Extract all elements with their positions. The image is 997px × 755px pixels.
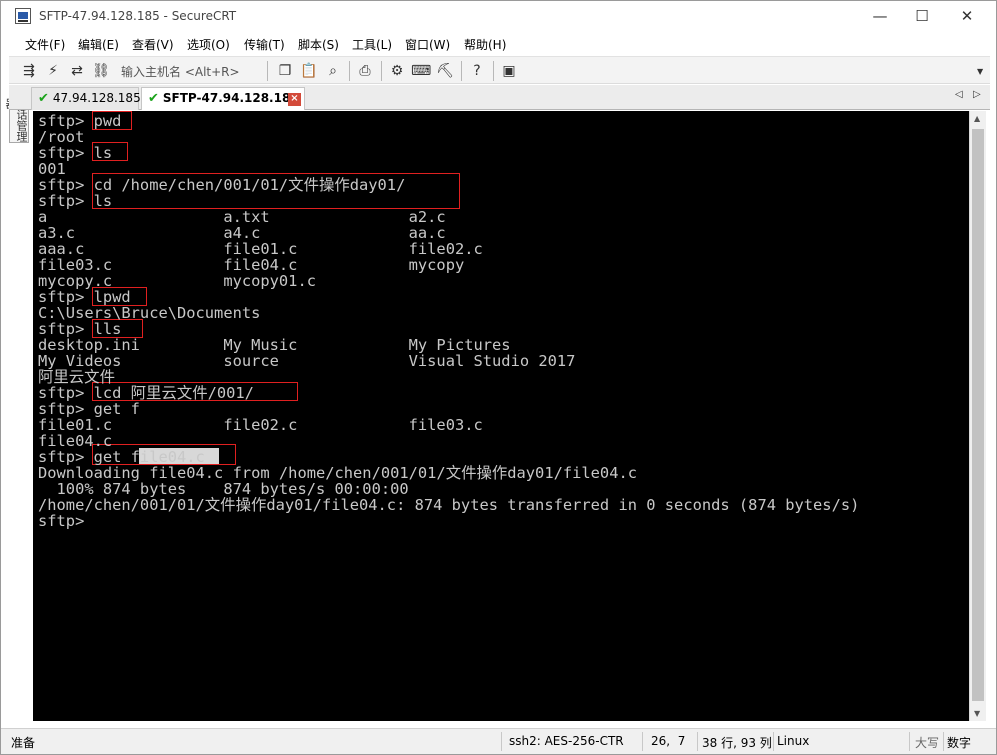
- terminal-line: mycopy.c mycopy01.c: [38, 272, 316, 290]
- terminal-line: 001: [38, 160, 66, 178]
- terminal-line: desktop.ini My Music My Pictures: [38, 336, 511, 354]
- status-terminal-type: Linux: [777, 734, 810, 748]
- help-icon[interactable]: ?: [467, 61, 487, 81]
- tab-bar: ✔ 47.94.128.185 ✔ SFTP-47.94.128.185 × ◁ ▷: [9, 85, 990, 110]
- terminal-line: /root: [38, 128, 85, 146]
- menu-view[interactable]: 查看(V): [132, 36, 174, 53]
- menu-script[interactable]: 脚本(S): [298, 36, 339, 53]
- toolbar-separator: [461, 61, 462, 81]
- securecrt-window: SFTP-47.94.128.185 - SecureCRT — ☐ ✕ 文件(…: [0, 0, 997, 755]
- status-bar: 准备 ssh2: AES-256-CTR 26, 7 38 行, 93 列 Li…: [1, 728, 996, 754]
- terminal-line: sftp> ls: [38, 144, 113, 162]
- tab-ssh-session[interactable]: ✔ 47.94.128.185: [31, 87, 141, 110]
- title-bar: SFTP-47.94.128.185 - SecureCRT — ☐ ✕: [1, 1, 996, 32]
- print-icon[interactable]: ⎙: [355, 61, 375, 81]
- status-separator: [773, 732, 774, 751]
- status-separator: [642, 732, 643, 751]
- toolbar: ⇶ ⚡ ⇄ ⛓ 输入主机名 <Alt+R> ❐ 📋 ⌕ ⎙ ⚙ ⌨ ⛏ ? ▣ …: [9, 56, 990, 84]
- menu-file[interactable]: 文件(F): [25, 36, 65, 53]
- terminal-line: aaa.c file01.c file02.c: [38, 240, 483, 258]
- terminal-view[interactable]: sftp> pwd/root sftp> ls 001 sftp> cd /home/…: [33, 111, 969, 721]
- scroll-thumb[interactable]: [972, 129, 984, 701]
- toolbar-overflow-icon[interactable]: ▼: [977, 67, 983, 76]
- menu-tools[interactable]: 工具(L): [352, 36, 392, 53]
- terminal-line: 阿里云文件: [38, 368, 115, 386]
- quick-connect-icon[interactable]: ⚡: [43, 61, 63, 81]
- status-ready: 准备: [11, 736, 36, 750]
- menu-edit[interactable]: 编辑(E): [78, 36, 119, 53]
- terminal-line: sftp>: [38, 512, 85, 530]
- status-num-lock: 数字: [947, 736, 972, 750]
- settings-icon[interactable]: ⚙: [387, 61, 407, 81]
- close-tab-icon[interactable]: ×: [288, 93, 301, 106]
- terminal-line: sftp> get f: [38, 400, 140, 418]
- terminal-line: file04.c: [38, 432, 113, 450]
- terminal-line: a a.txt a2.c: [38, 208, 446, 226]
- copy-icon[interactable]: ❐: [275, 61, 295, 81]
- sftp-icon[interactable]: ⛏: [435, 61, 455, 81]
- toolbar-separator: [381, 61, 382, 81]
- connected-check-icon: ✔: [148, 91, 159, 106]
- terminal-line: sftp> ls: [38, 192, 113, 210]
- toolbar-separator: [349, 61, 350, 81]
- terminal-line: My Videos source Visual Studio 2017: [38, 352, 576, 370]
- keymap-icon[interactable]: ⌨: [411, 61, 431, 81]
- status-separator: [909, 732, 910, 751]
- terminal-line: C:\Users\Bruce\Documents: [38, 304, 261, 322]
- terminal-line: sftp> lcd 阿里云文件/001/: [38, 384, 254, 402]
- menu-window[interactable]: 窗口(W): [405, 36, 450, 53]
- menu-options[interactable]: 选项(O): [187, 36, 230, 53]
- terminal-line: sftp> get file04.c: [38, 448, 205, 466]
- securecrt-app-icon: [15, 8, 31, 24]
- window-title: SFTP-47.94.128.185 - SecureCRT: [39, 9, 237, 23]
- status-caps-lock: 大写: [915, 736, 940, 750]
- tab-sftp-session[interactable]: ✔ SFTP-47.94.128.185 ×: [141, 87, 305, 110]
- menu-transfer[interactable]: 传输(T): [244, 36, 285, 53]
- menu-help[interactable]: 帮助(H): [464, 36, 506, 53]
- scroll-down-icon[interactable]: ▼: [974, 709, 980, 718]
- menu-bar: 文件(F) 编辑(E) 查看(V) 选项(O) 传输(T) 脚本(S) 工具(L…: [1, 32, 996, 55]
- terminal-line: sftp> lpwd: [38, 288, 131, 306]
- terminal-line: sftp> pwd: [38, 112, 122, 130]
- terminal-line: sftp> cd /home/chen/001/01/文件操作day01/: [38, 176, 406, 194]
- minimize-button[interactable]: —: [857, 1, 903, 32]
- connect-host-input[interactable]: 输入主机名 <Alt+R>: [121, 63, 240, 80]
- close-button[interactable]: ✕: [944, 1, 990, 32]
- terminal-line: a3.c a4.c aa.c: [38, 224, 446, 242]
- connected-check-icon: ✔: [38, 91, 49, 106]
- tab-next-icon[interactable]: ▷: [973, 89, 981, 100]
- terminal-line: sftp> lls: [38, 320, 122, 338]
- terminal-line: /home/chen/001/01/文件操作day01/file04.c: 87…: [38, 496, 860, 514]
- terminal-line: file03.c file04.c mycopy: [38, 256, 465, 274]
- tab-label: SFTP-47.94.128.185: [162, 91, 299, 105]
- toolbar-separator: [267, 61, 268, 81]
- paste-icon[interactable]: 📋: [299, 61, 319, 81]
- status-separator: [697, 732, 698, 751]
- maximize-button[interactable]: ☐: [899, 1, 945, 32]
- tab-prev-icon[interactable]: ◁: [955, 89, 963, 100]
- status-cursor-position: 26, 7: [651, 734, 686, 748]
- status-encryption: ssh2: AES-256-CTR: [509, 734, 624, 748]
- reconnect-icon[interactable]: ⇄: [67, 61, 87, 81]
- tab-label: 47.94.128.185: [52, 91, 141, 105]
- find-icon[interactable]: ⌕: [323, 61, 343, 81]
- disconnect-icon[interactable]: ⛓: [91, 61, 111, 81]
- terminal-line: Downloading file04.c from /home/chen/001…: [38, 464, 637, 482]
- terminal-line: 100% 874 bytes 874 bytes/s 00:00:00: [38, 480, 409, 498]
- toolbar-separator: [493, 61, 494, 81]
- terminal-line: file01.c file02.c file03.c: [38, 416, 483, 434]
- terminal-scrollbar[interactable]: ▲ ▼: [969, 111, 986, 721]
- connect-icon[interactable]: ⇶: [19, 61, 39, 81]
- status-separator: [501, 732, 502, 751]
- status-terminal-size: 38 行, 93 列: [702, 736, 772, 750]
- scroll-up-icon[interactable]: ▲: [974, 114, 980, 123]
- script-icon[interactable]: ▣: [499, 61, 519, 81]
- status-separator: [943, 732, 944, 751]
